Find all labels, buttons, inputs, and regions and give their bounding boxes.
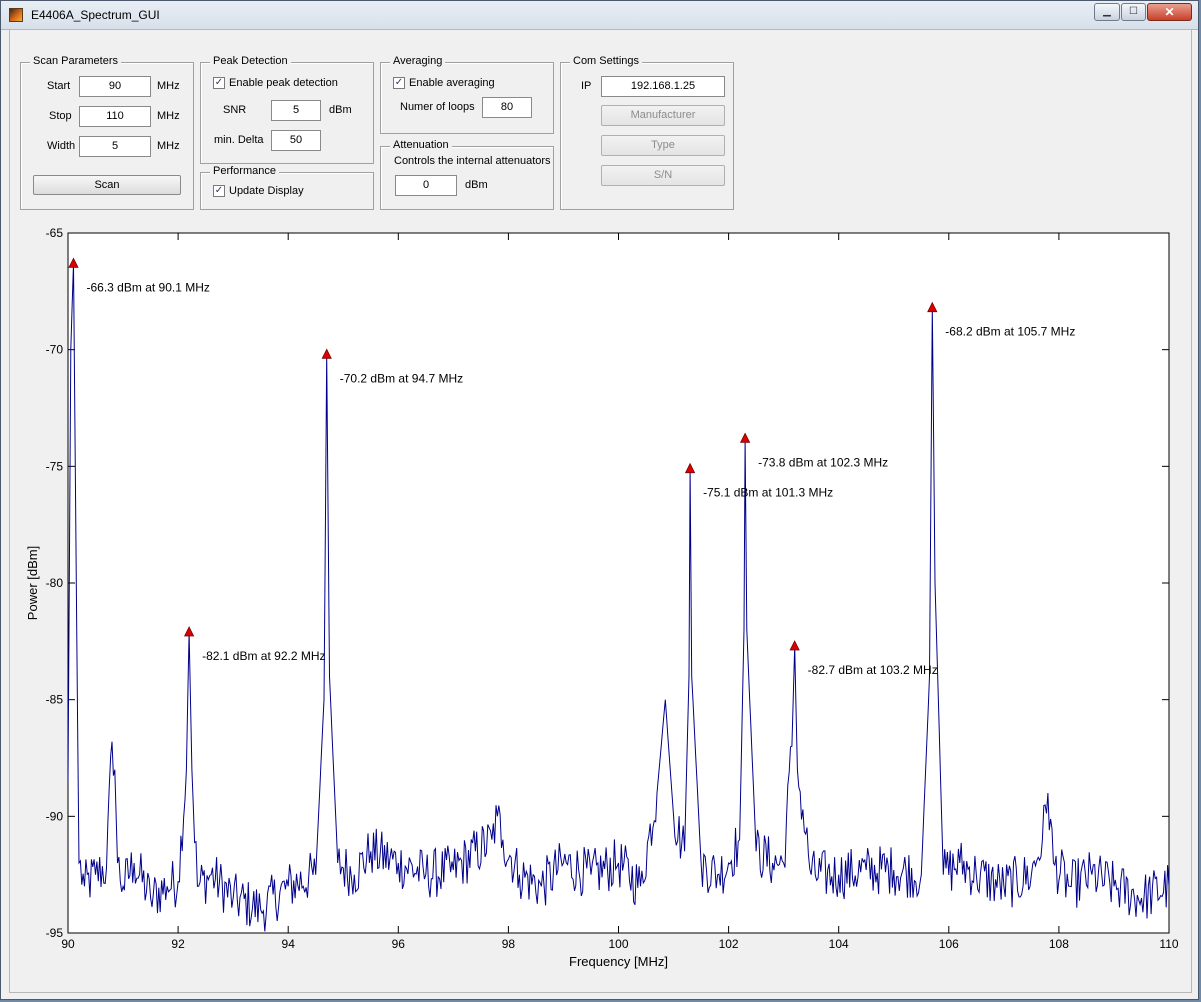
x-axis-label: Frequency [MHz] <box>569 954 668 969</box>
peak-annotation: -68.2 dBm at 105.7 MHz <box>945 325 1075 339</box>
y-tick-label: -75 <box>46 459 64 473</box>
peak-annotation: -73.8 dBm at 102.3 MHz <box>758 455 888 469</box>
x-tick-label: 106 <box>939 937 959 951</box>
x-tick-label: 110 <box>1159 937 1178 951</box>
y-tick-label: -90 <box>46 809 64 823</box>
x-tick-label: 104 <box>829 937 849 951</box>
x-tick-label: 90 <box>61 937 75 951</box>
app-window: E4406A_Spectrum_GUI ▁ ☐ ✕ Scan Parameter… <box>0 0 1199 1000</box>
peak-annotation: -66.3 dBm at 90.1 MHz <box>87 280 210 294</box>
x-tick-label: 94 <box>282 937 296 951</box>
x-tick-label: 92 <box>171 937 185 951</box>
x-tick-label: 108 <box>1049 937 1069 951</box>
x-tick-label: 98 <box>502 937 516 951</box>
y-tick-label: -70 <box>46 343 64 357</box>
peak-annotation: -82.7 dBm at 103.2 MHz <box>808 663 938 677</box>
y-tick-label: -85 <box>46 693 64 707</box>
y-tick-label: -65 <box>46 226 64 240</box>
x-tick-label: 100 <box>608 937 628 951</box>
y-tick-label: -80 <box>46 576 64 590</box>
x-tick-label: 102 <box>719 937 739 951</box>
peak-annotation: -82.1 dBm at 92.2 MHz <box>202 649 325 663</box>
spectrum-plot[interactable]: 90 92 94 96 98 100 102 104 106 108 110 -65 -70 -75 -80… <box>1 1 1200 1001</box>
x-tick-label: 96 <box>392 937 406 951</box>
peak-annotation: -75.1 dBm at 101.3 MHz <box>703 486 833 500</box>
y-axis-label: Power [dBm] <box>25 546 40 620</box>
y-tick-label: -95 <box>46 926 64 940</box>
peak-annotation: -70.2 dBm at 94.7 MHz <box>340 371 463 385</box>
